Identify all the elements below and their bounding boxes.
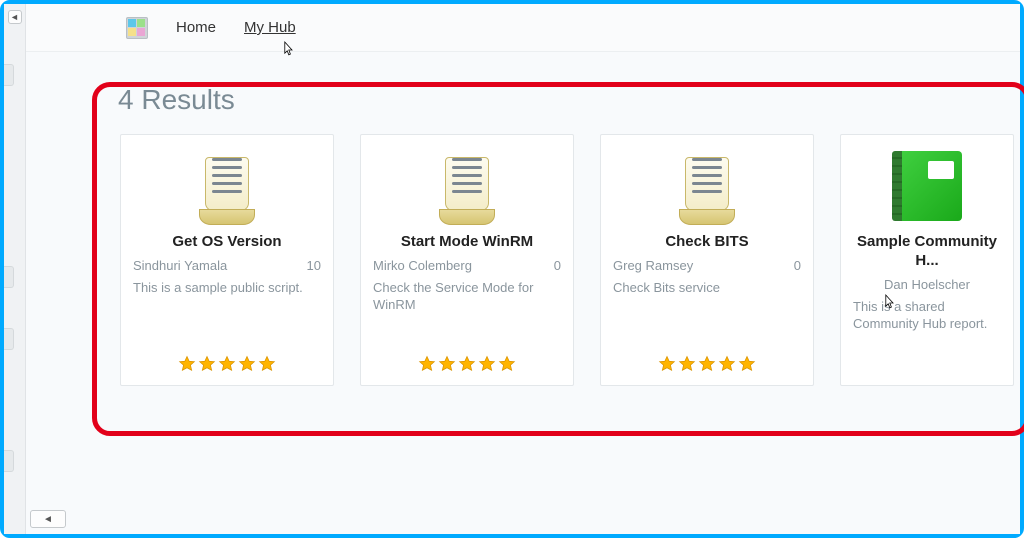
nav-home[interactable]: Home	[176, 19, 216, 36]
card-title: Get OS Version	[172, 233, 281, 252]
star-icon	[258, 355, 276, 373]
rail-stub	[4, 450, 14, 472]
result-card[interactable]: Sample Community H... Dan Hoelscher This…	[840, 134, 1014, 386]
rating-stars	[121, 355, 333, 373]
card-count: 0	[794, 258, 801, 273]
card-author: Dan Hoelscher	[884, 277, 970, 292]
script-icon	[669, 145, 745, 227]
rail-stub	[4, 64, 14, 86]
star-icon	[438, 355, 456, 373]
star-icon	[738, 355, 756, 373]
scroll-left-button[interactable]: ◄	[30, 510, 66, 528]
rail-stub	[4, 266, 14, 288]
card-author: Mirko Colemberg	[373, 258, 472, 273]
star-icon	[238, 355, 256, 373]
card-count: 10	[307, 258, 321, 273]
content-area: 4 Results Get OS Version Sindhuri Yamala…	[26, 52, 1020, 534]
app-tiles-icon[interactable]	[126, 17, 148, 39]
star-icon	[418, 355, 436, 373]
rail-stub	[4, 328, 14, 350]
star-icon	[678, 355, 696, 373]
star-icon	[658, 355, 676, 373]
card-author: Greg Ramsey	[613, 258, 693, 273]
card-description: This is a sample public script.	[131, 279, 323, 297]
script-icon	[429, 145, 505, 227]
result-card[interactable]: Start Mode WinRM Mirko Colemberg 0 Check…	[360, 134, 574, 386]
star-icon	[478, 355, 496, 373]
card-title: Check BITS	[665, 233, 748, 252]
card-count: 0	[554, 258, 561, 273]
nav-my-hub[interactable]: My Hub	[244, 19, 296, 36]
card-title: Start Mode WinRM	[401, 233, 533, 252]
report-icon	[889, 145, 965, 227]
results-header: 4 Results	[118, 84, 1020, 116]
star-icon	[698, 355, 716, 373]
star-icon	[498, 355, 516, 373]
left-rail: ◄	[4, 4, 26, 534]
card-title: Sample Community H...	[851, 233, 1003, 271]
card-author: Sindhuri Yamala	[133, 258, 227, 273]
result-card[interactable]: Get OS Version Sindhuri Yamala 10 This i…	[120, 134, 334, 386]
rating-stars	[361, 355, 573, 373]
results-cards: Get OS Version Sindhuri Yamala 10 This i…	[96, 134, 1020, 386]
result-card[interactable]: Check BITS Greg Ramsey 0 Check Bits serv…	[600, 134, 814, 386]
card-description: This is a shared Community Hub report.	[851, 298, 1003, 333]
star-icon	[218, 355, 236, 373]
collapse-left-icon[interactable]: ◄	[8, 10, 22, 24]
rating-stars	[601, 355, 813, 373]
card-description: Check the Service Mode for WinRM	[371, 279, 563, 314]
star-icon	[178, 355, 196, 373]
card-description: Check Bits service	[611, 279, 803, 297]
topbar: Home My Hub	[26, 4, 1020, 52]
script-icon	[189, 145, 265, 227]
star-icon	[198, 355, 216, 373]
star-icon	[458, 355, 476, 373]
star-icon	[718, 355, 736, 373]
